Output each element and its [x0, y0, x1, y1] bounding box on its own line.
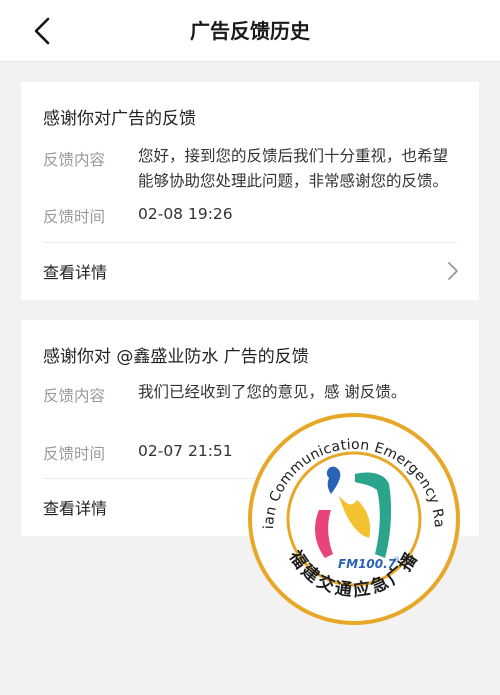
page-title: 广告反馈历史 — [190, 19, 310, 43]
radio-seal-logo: Fujian Communication Emergency Radio 福建交… — [242, 400, 460, 625]
registered-mark-icon: ® — [393, 556, 400, 564]
view-details-link[interactable]: 查看详情 — [21, 243, 479, 299]
radio-station-watermark: Fujian Communication Emergency Radio 福建交… — [242, 400, 461, 626]
feedback-content-label: 反馈内容 — [43, 387, 106, 405]
chevron-left-icon — [34, 17, 50, 45]
feedback-card: 感谢你对广告的反馈 反馈内容 您好，接到您的反馈后我们十分重视，也希望能够协助您… — [21, 82, 479, 300]
feedback-content-label: 反馈内容 — [43, 151, 106, 169]
feedback-time-value: 02-08 19:26 — [138, 205, 233, 223]
feedback-title: 感谢你对广告的反馈 — [43, 109, 196, 129]
back-button[interactable] — [24, 12, 60, 50]
top-nav-bar: 广告反馈历史 — [0, 0, 500, 62]
chevron-right-icon — [448, 262, 458, 280]
frequency-label: FM100.7 — [338, 557, 397, 571]
view-details-label: 查看详情 — [43, 263, 108, 282]
feedback-content-text: 我们已经收到了您的意见，感 谢反馈。 — [138, 383, 407, 401]
feedback-content-text: 您好，接到您的反馈后我们十分重视，也希望能够协助您处理此问题，非常感谢您的反馈。 — [138, 147, 449, 190]
feedback-time-label: 反馈时间 — [43, 445, 106, 463]
view-details-label: 查看详情 — [43, 499, 108, 518]
feedback-time-label: 反馈时间 — [43, 208, 106, 226]
feedback-title: 感谢你对 @鑫盛业防水 广告的反馈 — [43, 347, 309, 367]
